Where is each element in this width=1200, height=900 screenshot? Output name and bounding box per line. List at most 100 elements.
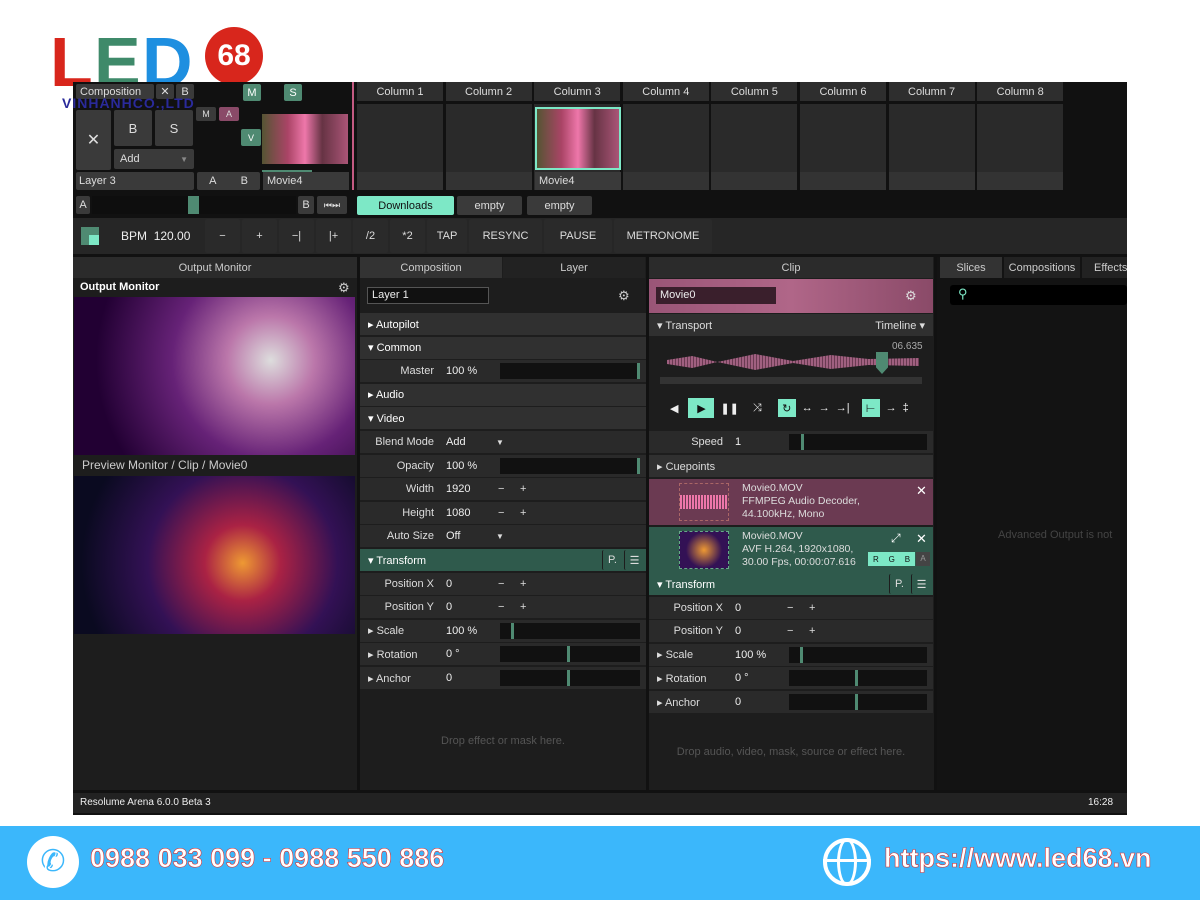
bpm-button-5[interactable]: *2 (390, 219, 425, 253)
chevron-down-icon[interactable]: ▼ (496, 438, 504, 447)
slider-handle[interactable] (855, 670, 858, 687)
bpm-button-4[interactable]: /2 (353, 219, 388, 253)
param-slider[interactable] (789, 646, 927, 663)
param-row-transform[interactable]: ▾ Transform P. ☰ (649, 573, 933, 595)
column-header-4[interactable]: Column 4 (622, 82, 709, 101)
layer-ab-toggle[interactable]: AB (197, 172, 260, 190)
chevron-down-icon[interactable]: ▼ (496, 532, 504, 541)
preset-button[interactable]: P. (889, 574, 909, 594)
slider-handle[interactable] (567, 646, 570, 663)
param-row-video[interactable]: ▾ Video (360, 407, 646, 430)
bpm-button-7[interactable]: RESYNC (469, 219, 542, 253)
minus-button[interactable]: − (498, 507, 512, 519)
slider-handle[interactable] (567, 670, 570, 686)
skip-buttons[interactable]: ⏮⏭ (317, 196, 347, 214)
column-header-6[interactable]: Column 6 (800, 82, 886, 101)
master-mute-button[interactable]: M (243, 84, 261, 101)
tab-compositions[interactable]: Compositions (1004, 257, 1080, 278)
slider-handle[interactable] (855, 694, 858, 710)
tab-composition[interactable]: Composition (360, 257, 502, 278)
param-row-audio[interactable]: ▸ Audio (360, 383, 646, 406)
transport-section[interactable]: ▾ Transport Timeline ▾ (649, 314, 933, 336)
bpm-button-6[interactable]: TAP (427, 219, 467, 253)
pause-icon[interactable]: ❚❚ (720, 402, 738, 415)
deck-tab-1[interactable]: empty (457, 196, 522, 215)
bpm-button-3[interactable]: |+ (316, 219, 351, 253)
column-header-1[interactable]: Column 1 (357, 82, 443, 101)
menu-icon[interactable]: ☰ (624, 550, 644, 570)
gear-icon[interactable]: ⚙ (338, 280, 350, 296)
param-value[interactable]: 100 % (729, 649, 779, 661)
bpm-button-9[interactable]: METRONOME (614, 219, 712, 253)
play-icon[interactable]: ▶ (688, 398, 715, 418)
crossfader-a[interactable]: A (76, 196, 90, 214)
play-backward-icon[interactable]: ◀ (670, 402, 678, 415)
column-header-2[interactable]: Column 2 (445, 82, 532, 101)
param-value[interactable]: 0 (440, 578, 490, 590)
rgb-channels[interactable]: RGB (868, 552, 915, 566)
trigger-restart-icon[interactable]: ⊢ (861, 399, 880, 417)
slider-handle[interactable] (637, 363, 640, 380)
clip-thumbnail-movie4[interactable] (262, 114, 348, 164)
website-url[interactable]: https://www.led68.vn (884, 843, 1152, 874)
crossfader-handle[interactable] (188, 196, 199, 214)
slider-handle[interactable] (511, 622, 514, 639)
column-header-7[interactable]: Column 7 (888, 82, 975, 101)
bpm-value[interactable]: 120.00 (154, 229, 191, 243)
menu-icon[interactable]: ☰ (911, 574, 931, 594)
param-value[interactable]: 100 % (440, 460, 490, 472)
random-icon[interactable]: ⤨ (753, 402, 762, 415)
param-row-autopilot[interactable]: ▸ Autopilot (360, 313, 646, 335)
param-slider[interactable] (500, 363, 640, 380)
cuepoints-section[interactable]: ▸ Cuepoints (649, 455, 933, 477)
param-value[interactable]: Off (440, 530, 490, 542)
clear-layer-button[interactable]: ✕ (76, 110, 111, 170)
clip-thumbnail-column3[interactable] (535, 107, 621, 170)
column-header-8[interactable]: Column 8 (977, 82, 1064, 101)
play-once-hold-icon[interactable]: →| (836, 402, 850, 414)
layer-name[interactable]: Layer 3 (76, 172, 194, 190)
layer-settings-gear-icon[interactable]: ⚙ (618, 288, 630, 304)
layer-bypass-button[interactable]: B (114, 110, 152, 146)
param-slider[interactable] (789, 670, 927, 687)
loop-icon[interactable]: ↻ (777, 399, 796, 417)
master-solo-button[interactable]: S (284, 84, 302, 101)
bpm-button-1[interactable]: + (242, 219, 277, 253)
plus-button[interactable]: + (520, 507, 534, 519)
plus-button[interactable]: + (520, 601, 534, 613)
add-dropdown[interactable]: Add ▼ (114, 149, 194, 169)
audio-track[interactable]: Movie0.MOV FFMPEG Audio Decoder, 44.100kHz… (649, 479, 933, 525)
param-value[interactable]: 0 (440, 672, 490, 684)
layer-video-button[interactable]: V (241, 129, 261, 146)
param-slider[interactable] (789, 694, 927, 710)
param-value[interactable]: 1080 (440, 507, 490, 519)
param-value[interactable]: 1920 (440, 483, 490, 495)
crossfader-b[interactable]: B (298, 196, 314, 214)
plus-button[interactable]: + (809, 625, 823, 637)
expand-icon[interactable]: ⤢ (891, 531, 901, 546)
column-header-5[interactable]: Column 5 (711, 82, 798, 101)
speed-value[interactable]: 1 (729, 436, 779, 448)
param-value[interactable]: 100 % (440, 625, 490, 637)
deck-tab-2[interactable]: empty (527, 196, 592, 215)
timeline-scrubber[interactable] (660, 377, 922, 384)
phone-numbers[interactable]: 0988 033 099 - 0988 550 886 (90, 843, 445, 874)
plus-button[interactable]: + (520, 483, 534, 495)
plus-button[interactable]: + (809, 602, 823, 614)
param-value[interactable]: 0 (729, 625, 779, 637)
bpm-button-2[interactable]: −| (279, 219, 314, 253)
param-value[interactable]: 0 ° (440, 648, 490, 660)
param-slider[interactable] (500, 646, 640, 663)
layer-solo-button[interactable]: S (155, 110, 193, 146)
tab-slices[interactable]: Slices (940, 257, 1002, 278)
bpm-button-8[interactable]: PAUSE (544, 219, 612, 253)
minus-button[interactable]: − (498, 601, 512, 613)
minus-button[interactable]: − (498, 578, 512, 590)
alpha-channel[interactable]: A (916, 552, 930, 566)
timeline-dropdown[interactable]: Timeline ▾ (875, 319, 925, 332)
param-row-transform[interactable]: ▾ Transform P. ☰ (360, 549, 646, 571)
close-icon[interactable]: ✕ (916, 483, 927, 499)
plus-button[interactable]: + (520, 578, 534, 590)
minus-button[interactable]: − (787, 625, 801, 637)
speed-slider[interactable] (789, 434, 927, 450)
